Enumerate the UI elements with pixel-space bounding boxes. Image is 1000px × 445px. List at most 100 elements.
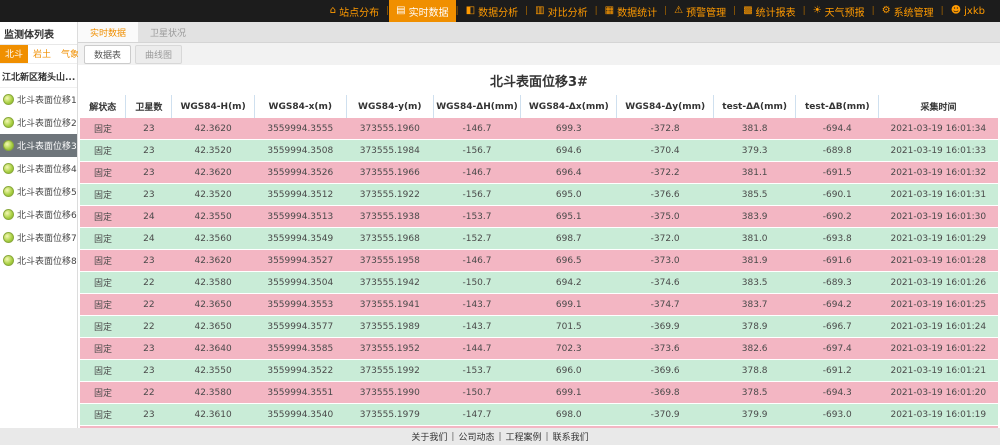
sidebar-item-2[interactable]: 北斗表面位移2# [0, 111, 77, 134]
main-tab-1[interactable]: 实时数据 [78, 22, 138, 42]
footer-link-4[interactable]: 联系我们 [553, 430, 589, 443]
nav-item-warning-management[interactable]: ⚠预警管理 [667, 0, 733, 22]
user-menu[interactable]: ☻ jxkb [944, 0, 992, 22]
table-cell: 2021-03-19 16:01:30 [879, 206, 998, 228]
table-cell: 695.1 [521, 206, 617, 228]
table-cell: 42.3550 [172, 360, 255, 382]
nav-item-compare-analysis[interactable]: ▥对比分析 [528, 0, 594, 22]
table-row: 固定2342.36103559994.3540373555.1979-147.7… [80, 404, 998, 426]
footer-link-2[interactable]: 公司动态 [458, 430, 494, 443]
table-cell: 379.9 [713, 404, 796, 426]
nav-item-statistic-report[interactable]: ▩统计报表 [736, 0, 802, 22]
sidebar-item-label: 北斗表面位移4# [17, 162, 77, 175]
table-cell: -150.7 [433, 272, 520, 294]
table-cell: 381.0 [713, 228, 796, 250]
main-tab-2[interactable]: 卫星状况 [138, 22, 198, 42]
table-cell: 固定 [80, 338, 126, 360]
table-cell: 373555.1922 [346, 184, 433, 206]
table-cell: 373555.1942 [346, 272, 433, 294]
column-header: 采集时间 [879, 95, 998, 118]
table-cell: -372.2 [617, 162, 713, 184]
table-cell: 373555.1989 [346, 316, 433, 338]
table-cell: -156.7 [433, 140, 520, 162]
footer-link-1[interactable]: 关于我们 [411, 430, 447, 443]
footer-link-3[interactable]: 工程案例 [506, 430, 542, 443]
sidebar-item-label: 北斗表面位移6# [17, 208, 77, 221]
table-cell: 24 [126, 206, 172, 228]
table-row: 固定2442.35503559994.3513373555.1938-153.7… [80, 206, 998, 228]
table-cell: -374.6 [617, 272, 713, 294]
table-cell: 382.6 [713, 338, 796, 360]
table-cell: 381.9 [713, 250, 796, 272]
table-cell: 3559994.3526 [254, 162, 346, 184]
table-cell: 373555.1952 [346, 338, 433, 360]
table-cell: 3559994.3513 [254, 206, 346, 228]
table-cell: -694.4 [796, 118, 879, 140]
nav-item-system-management[interactable]: ⚙系统管理 [875, 0, 941, 22]
sidebar-item-5[interactable]: 北斗表面位移5# [0, 180, 77, 203]
middle-region: 监测体列表 北斗岩土气象 江北新区猪头山... 北斗表面位移1#北斗表面位移2#… [0, 22, 1000, 428]
sidebar-tabs: 北斗岩土气象 [0, 45, 77, 64]
sub-tab-bar: 数据表曲线图 [78, 43, 1000, 65]
column-header: WGS84-Δy(mm) [617, 95, 713, 118]
sidebar-item-1[interactable]: 北斗表面位移1# [0, 88, 77, 111]
table-cell: 23 [126, 404, 172, 426]
table-cell: 固定 [80, 360, 126, 382]
table-cell: 699.3 [521, 118, 617, 140]
column-header: WGS84-y(m) [346, 95, 433, 118]
sidebar-group-label[interactable]: 江北新区猪头山... [0, 64, 77, 88]
nav-item-weather-forecast[interactable]: ☀天气预报 [806, 0, 872, 22]
table-cell: -370.9 [617, 404, 713, 426]
table-cell: 23 [126, 162, 172, 184]
main-tab-bar: 实时数据卫星状况 [78, 22, 1000, 43]
table-cell: 2021-03-19 16:01:33 [879, 140, 998, 162]
table-cell: 2021-03-19 16:01:22 [879, 338, 998, 360]
table-cell: 3559994.3577 [254, 316, 346, 338]
table-cell: -690.1 [796, 184, 879, 206]
table-cell: -153.7 [433, 360, 520, 382]
sidebar-item-7[interactable]: 北斗表面位移7# [0, 226, 77, 249]
sidebar-item-8[interactable]: 北斗表面位移8# [0, 249, 77, 272]
sub-tab-2[interactable]: 曲线图 [135, 45, 182, 64]
sidebar-tab-2[interactable]: 岩土 [28, 45, 56, 63]
column-header: test-ΔB(mm) [796, 95, 879, 118]
table-cell: -147.7 [433, 404, 520, 426]
table-cell: 2021-03-19 16:01:31 [879, 184, 998, 206]
satellite-icon [3, 232, 14, 243]
table-cell: 2021-03-19 16:01:34 [879, 118, 998, 140]
page-title: 北斗表面位移3# [78, 65, 1000, 95]
column-header: test-ΔA(mm) [713, 95, 796, 118]
sidebar-item-3[interactable]: 北斗表面位移3# [0, 134, 77, 157]
sub-tab-1[interactable]: 数据表 [84, 45, 131, 64]
user-name: jxkb [964, 6, 985, 17]
realtime-data-icon: ▤ [396, 6, 405, 16]
table-row: 固定2342.36203559994.3555373555.1960-146.7… [80, 118, 998, 140]
nav-item-data-statistics[interactable]: ▦数据统计 [598, 0, 664, 22]
table-cell: 696.5 [521, 250, 617, 272]
nav-item-realtime-data[interactable]: ▤实时数据 [389, 0, 455, 22]
table-cell: -146.7 [433, 118, 520, 140]
nav-item-label: 对比分析 [548, 4, 588, 19]
table-cell: -152.7 [433, 228, 520, 250]
home-icon: ⌂ [330, 6, 336, 16]
table-cell: 42.3520 [172, 184, 255, 206]
top-nav-bar: ⌂站点分布|▤实时数据|◧数据分析|▥对比分析|▦数据统计|⚠预警管理|▩统计报… [0, 0, 1000, 22]
nav-item-label: 天气预报 [825, 4, 865, 19]
table-cell: 42.3620 [172, 118, 255, 140]
nav-item-data-analysis[interactable]: ◧数据分析 [459, 0, 525, 22]
nav-item-label: 数据分析 [478, 4, 518, 19]
sidebar-item-4[interactable]: 北斗表面位移4# [0, 157, 77, 180]
table-cell: 373555.1938 [346, 206, 433, 228]
nav-item-site-distribution[interactable]: ⌂站点分布 [323, 0, 386, 22]
satellite-icon [3, 186, 14, 197]
satellite-icon [3, 163, 14, 174]
table-cell: 2021-03-19 16:01:20 [879, 382, 998, 404]
sidebar-tab-1[interactable]: 北斗 [0, 45, 28, 63]
table-cell: 702.3 [521, 338, 617, 360]
satellite-icon [3, 255, 14, 266]
table-cell: -694.2 [796, 294, 879, 316]
sidebar-item-6[interactable]: 北斗表面位移6# [0, 203, 77, 226]
table-cell: 固定 [80, 294, 126, 316]
table-cell: 699.1 [521, 382, 617, 404]
table-cell: 23 [126, 250, 172, 272]
